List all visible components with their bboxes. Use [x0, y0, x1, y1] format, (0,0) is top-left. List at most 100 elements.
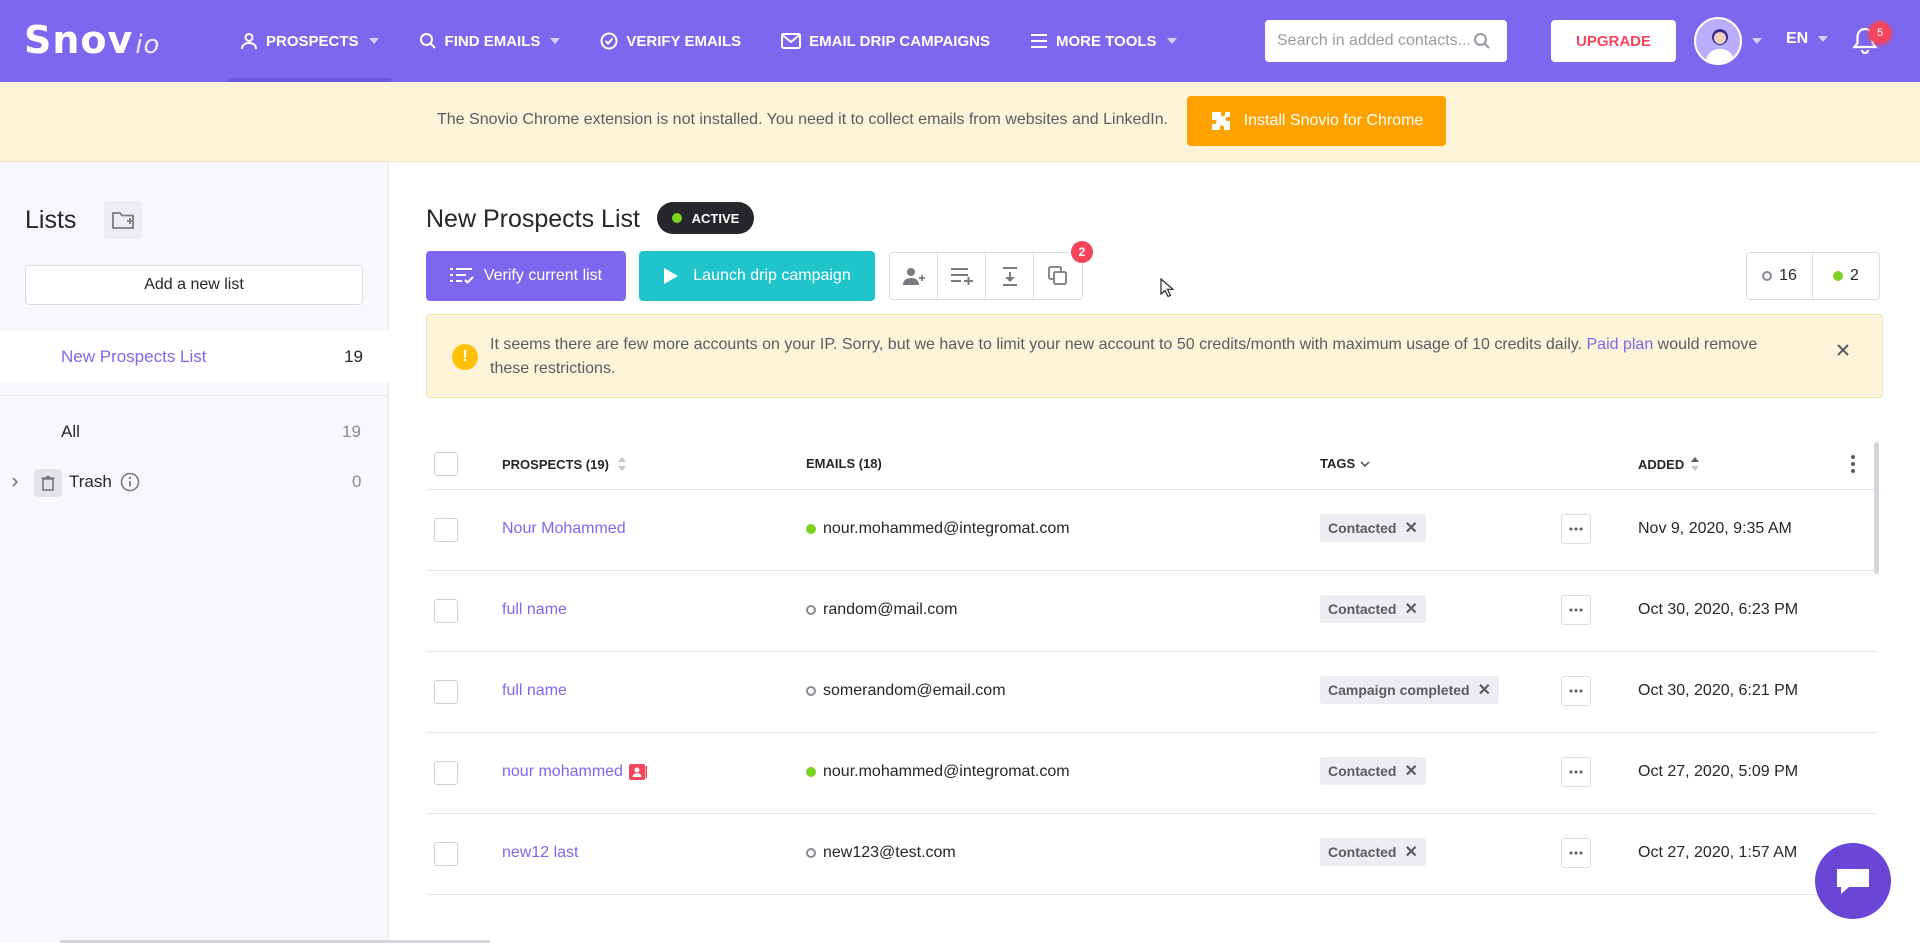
remove-tag-icon[interactable]: ✕	[1404, 761, 1417, 781]
paid-plan-link[interactable]: Paid plan	[1587, 336, 1654, 353]
nav-more-tools-label: MORE TOOLS	[1055, 32, 1157, 50]
email-cell: random@mail.com	[806, 601, 958, 619]
added-date: Nov 9, 2020, 9:35 AM	[1638, 520, 1792, 537]
nav-prospects-label: PROSPECTS	[266, 32, 359, 50]
download-icon	[1002, 267, 1017, 286]
snovio-logo[interactable]: Snovio	[24, 18, 160, 62]
row-checkbox[interactable]	[434, 761, 458, 785]
main-nav: PROSPECTS FIND EMAILS VERIFY EMAILS EMAI…	[228, 0, 1217, 82]
launch-drip-campaign-button[interactable]: Launch drip campaign	[639, 251, 875, 301]
email-counters: 16 2	[1746, 252, 1880, 300]
add-new-list-button[interactable]: Add a new list	[25, 265, 363, 305]
verify-current-list-label: Verify current list	[483, 267, 603, 284]
close-icon[interactable]	[1836, 343, 1850, 357]
tag-chip: Contacted ✕	[1320, 595, 1426, 623]
row-checkbox[interactable]	[434, 599, 458, 623]
chevron-down-icon[interactable]	[1752, 38, 1762, 44]
column-header-prospects[interactable]: PROSPECTS (19)	[502, 456, 627, 472]
chat-icon	[1837, 869, 1869, 894]
export-button[interactable]	[986, 253, 1034, 299]
nav-find-emails[interactable]: FIND EMAILS	[419, 0, 561, 82]
mouse-cursor-icon	[1160, 278, 1174, 298]
horizontal-dots-icon	[1569, 770, 1583, 774]
sidebar-item-new-prospects-list[interactable]: New Prospects List 19	[0, 331, 389, 382]
remove-tag-icon[interactable]: ✕	[1404, 599, 1417, 619]
row-more-button[interactable]	[1561, 838, 1591, 868]
play-icon	[664, 268, 679, 284]
row-checkbox[interactable]	[434, 518, 458, 542]
warning-text: It seems there are few more accounts on …	[490, 333, 1800, 381]
remove-tag-icon[interactable]: ✕	[1478, 680, 1491, 700]
status-badge-label: ACTIVE	[691, 210, 740, 226]
warning-icon: !	[452, 344, 478, 370]
nav-more-tools[interactable]: MORE TOOLS	[1030, 0, 1177, 82]
chat-widget-button[interactable]	[1815, 843, 1891, 919]
nav-prospects[interactable]: PROSPECTS	[228, 0, 391, 82]
contact-card-icon[interactable]	[628, 764, 647, 780]
search-input[interactable]	[1277, 32, 1473, 50]
valid-counter[interactable]: 2	[1813, 253, 1879, 299]
chevron-down-icon	[1818, 36, 1829, 42]
launch-drip-campaign-label: Launch drip campaign	[693, 267, 851, 284]
row-checkbox[interactable]	[434, 680, 458, 704]
new-folder-button[interactable]	[104, 201, 142, 239]
prospect-name-link[interactable]: new12 last	[502, 844, 579, 862]
column-header-added[interactable]: ADDED	[1638, 456, 1700, 472]
row-more-button[interactable]	[1561, 514, 1591, 544]
install-extension-button[interactable]: Install Snovio for Chrome	[1187, 96, 1446, 146]
row-more-button[interactable]	[1561, 757, 1591, 787]
page-title: New Prospects List	[426, 205, 640, 233]
credit-limit-warning: ! It seems there are few more accounts o…	[426, 314, 1883, 398]
info-icon[interactable]	[120, 472, 140, 492]
table-row[interactable]: new12 last new123@test.com Contacted ✕ O…	[426, 814, 1876, 895]
table-row[interactable]: full name somerandom@email.com Campaign …	[426, 652, 1876, 733]
chevron-right-icon[interactable]	[11, 476, 19, 488]
unverified-counter[interactable]: 16	[1747, 253, 1813, 299]
email-address: nour.mohammed@integromat.com	[823, 520, 1070, 537]
sidebar-item-label: New Prospects List	[61, 347, 207, 366]
table-row[interactable]: full name random@mail.com Contacted ✕ Oc…	[426, 571, 1876, 652]
language-label: EN	[1786, 30, 1809, 47]
add-person-icon	[902, 268, 925, 285]
upgrade-button[interactable]: UPGRADE	[1551, 20, 1676, 62]
list-tools	[889, 252, 1083, 300]
nav-verify-emails[interactable]: VERIFY EMAILS	[600, 0, 741, 82]
add-prospect-button[interactable]	[890, 253, 938, 299]
email-cell: somerandom@email.com	[806, 682, 1006, 700]
row-more-button[interactable]	[1561, 595, 1591, 625]
email-cell: new123@test.com	[806, 844, 956, 862]
search-icon[interactable]	[1473, 32, 1491, 50]
sidebar-item-count: 0	[352, 472, 362, 491]
prospect-name-link[interactable]: full name	[502, 601, 567, 619]
remove-tag-icon[interactable]: ✕	[1404, 518, 1417, 538]
add-to-list-button[interactable]	[938, 253, 986, 299]
vertical-dots-icon[interactable]	[1850, 454, 1856, 474]
table-row[interactable]: Nour Mohammed nour.mohammed@integromat.c…	[426, 490, 1876, 571]
sidebar-item-label: Trash	[69, 472, 112, 491]
table-scrollbar[interactable]	[1874, 442, 1879, 574]
valid-dot-icon	[1833, 271, 1844, 281]
avatar[interactable]	[1694, 17, 1742, 65]
select-all-checkbox[interactable]	[434, 452, 458, 476]
extension-banner-text: The Snovio Chrome extension is not insta…	[437, 111, 1169, 128]
tag-label: Campaign completed	[1328, 682, 1470, 698]
table-row[interactable]: nour mohammed nour.mohammed@integromat.c…	[426, 733, 1876, 814]
sidebar-item-count: 19	[344, 347, 363, 366]
nav-drip-campaigns[interactable]: EMAIL DRIP CAMPAIGNS	[781, 0, 990, 82]
tag-label: Contacted	[1328, 763, 1397, 779]
column-header-label: TAGS	[1320, 456, 1356, 471]
column-header-tags[interactable]: TAGS	[1320, 456, 1370, 471]
active-dot-icon	[671, 213, 682, 223]
tag-chip: Contacted ✕	[1320, 514, 1426, 542]
prospect-name-link[interactable]: nour mohammed	[502, 763, 623, 781]
row-more-button[interactable]	[1561, 676, 1591, 706]
sort-icon	[617, 457, 626, 471]
prospect-name-link[interactable]: Nour Mohammed	[502, 520, 626, 538]
sidebar-item-all[interactable]: All	[61, 422, 80, 442]
verify-current-list-button[interactable]: Verify current list	[426, 251, 626, 301]
row-checkbox[interactable]	[434, 842, 458, 866]
prospect-name-link[interactable]: full name	[502, 682, 567, 700]
language-selector[interactable]: EN	[1786, 30, 1829, 48]
chevron-down-icon	[368, 38, 379, 44]
remove-tag-icon[interactable]: ✕	[1404, 842, 1417, 862]
